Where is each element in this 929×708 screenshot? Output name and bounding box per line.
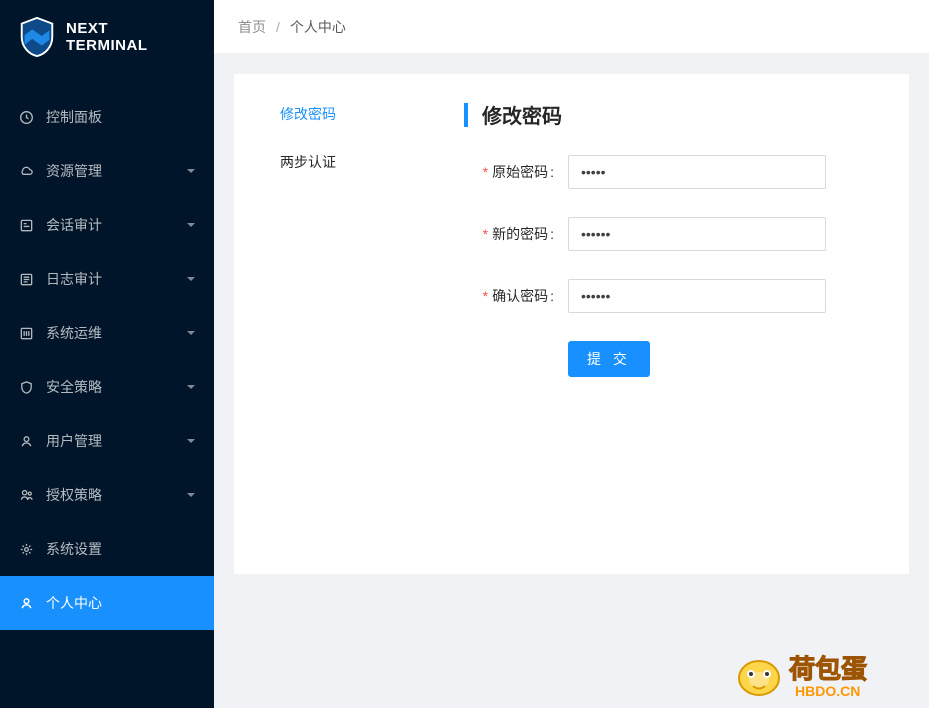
user-icon <box>18 433 34 449</box>
gear-icon <box>18 541 34 557</box>
title-accent-bar <box>464 103 468 127</box>
label-text: 原始密码 <box>492 162 548 182</box>
form-label-confirm-password: * 确认密码 : <box>464 286 556 306</box>
sidebar-item-log-audit[interactable]: 日志审计 <box>0 252 214 306</box>
form-row-old-password: * 原始密码 : <box>464 155 889 189</box>
sidebar-item-label: 日志审计 <box>46 269 186 289</box>
sidebar-item-label: 安全策略 <box>46 377 186 397</box>
chevron-down-icon <box>186 274 196 284</box>
cloud-icon <box>18 163 34 179</box>
shield-icon <box>18 379 34 395</box>
form-label-old-password: * 原始密码 : <box>464 162 556 182</box>
required-asterisk: * <box>483 226 488 242</box>
form-row-new-password: * 新的密码 : <box>464 217 889 251</box>
logo-area: NEXT TERMINAL <box>0 0 214 70</box>
chevron-down-icon <box>186 220 196 230</box>
submit-row: 提 交 <box>464 341 889 377</box>
log-icon <box>18 271 34 287</box>
sidebar-item-system-settings[interactable]: 系统设置 <box>0 522 214 576</box>
sidebar-item-session-audit[interactable]: 会话审计 <box>0 198 214 252</box>
session-icon <box>18 217 34 233</box>
product-name: NEXT TERMINAL <box>66 20 148 55</box>
required-asterisk: * <box>483 164 488 180</box>
nav-list: 控制面板 资源管理 会话审计 日志审计 系统运 <box>0 90 214 630</box>
shield-logo-icon <box>18 16 56 58</box>
sidebar-item-label: 授权策略 <box>46 485 186 505</box>
sidebar-item-dashboard[interactable]: 控制面板 <box>0 90 214 144</box>
content-card: 修改密码 两步认证 修改密码 * 原始密码 : * <box>234 74 909 574</box>
tab-two-factor[interactable]: 两步认证 <box>254 138 434 186</box>
breadcrumb-current: 个人中心 <box>290 17 346 37</box>
tab-label: 两步认证 <box>280 154 336 170</box>
clock-icon <box>18 109 34 125</box>
sidebar-item-resources[interactable]: 资源管理 <box>0 144 214 198</box>
sidebar-item-label: 会话审计 <box>46 215 186 235</box>
label-colon: : <box>550 288 554 304</box>
sidebar-item-users[interactable]: 用户管理 <box>0 414 214 468</box>
sidebar-item-security[interactable]: 安全策略 <box>0 360 214 414</box>
tab-change-password[interactable]: 修改密码 <box>254 100 434 138</box>
panel: 修改密码 * 原始密码 : * 新的密码 : <box>434 100 889 548</box>
breadcrumb-separator: / <box>276 19 280 35</box>
breadcrumb-root[interactable]: 首页 <box>238 17 266 37</box>
submit-button[interactable]: 提 交 <box>568 341 650 377</box>
product-name-line2: TERMINAL <box>66 37 148 54</box>
sidebar-item-label: 控制面板 <box>46 107 196 127</box>
chevron-down-icon <box>186 328 196 338</box>
side-tabs: 修改密码 两步认证 <box>254 100 434 548</box>
old-password-input[interactable] <box>568 155 826 189</box>
chevron-down-icon <box>186 382 196 392</box>
sidebar-item-profile[interactable]: 个人中心 <box>0 576 214 630</box>
sidebar-item-label: 系统运维 <box>46 323 186 343</box>
tab-label: 修改密码 <box>280 106 336 122</box>
product-name-line1: NEXT <box>66 20 148 37</box>
sidebar-item-label: 用户管理 <box>46 431 186 451</box>
confirm-password-input[interactable] <box>568 279 826 313</box>
main: 首页 / 个人中心 修改密码 两步认证 修改密码 * 原始密码 : <box>214 0 929 708</box>
sidebar-item-label: 个人中心 <box>46 593 196 613</box>
sidebar-item-label: 资源管理 <box>46 161 186 181</box>
label-text: 新的密码 <box>492 224 548 244</box>
policy-icon <box>18 487 34 503</box>
new-password-input[interactable] <box>568 217 826 251</box>
panel-title: 修改密码 <box>482 100 562 129</box>
breadcrumb: 首页 / 个人中心 <box>214 0 929 54</box>
sidebar-item-ops[interactable]: 系统运维 <box>0 306 214 360</box>
form-label-new-password: * 新的密码 : <box>464 224 556 244</box>
sidebar-item-auth-policy[interactable]: 授权策略 <box>0 468 214 522</box>
form-row-confirm-password: * 确认密码 : <box>464 279 889 313</box>
panel-title-area: 修改密码 <box>464 100 889 129</box>
chevron-down-icon <box>186 436 196 446</box>
label-text: 确认密码 <box>492 286 548 306</box>
chevron-down-icon <box>186 490 196 500</box>
chevron-down-icon <box>186 166 196 176</box>
required-asterisk: * <box>483 288 488 304</box>
label-colon: : <box>550 164 554 180</box>
sidebar: NEXT TERMINAL 控制面板 资源管理 会话审计 <box>0 0 214 708</box>
user-icon <box>18 595 34 611</box>
sidebar-item-label: 系统设置 <box>46 539 196 559</box>
label-colon: : <box>550 226 554 242</box>
ops-icon <box>18 325 34 341</box>
